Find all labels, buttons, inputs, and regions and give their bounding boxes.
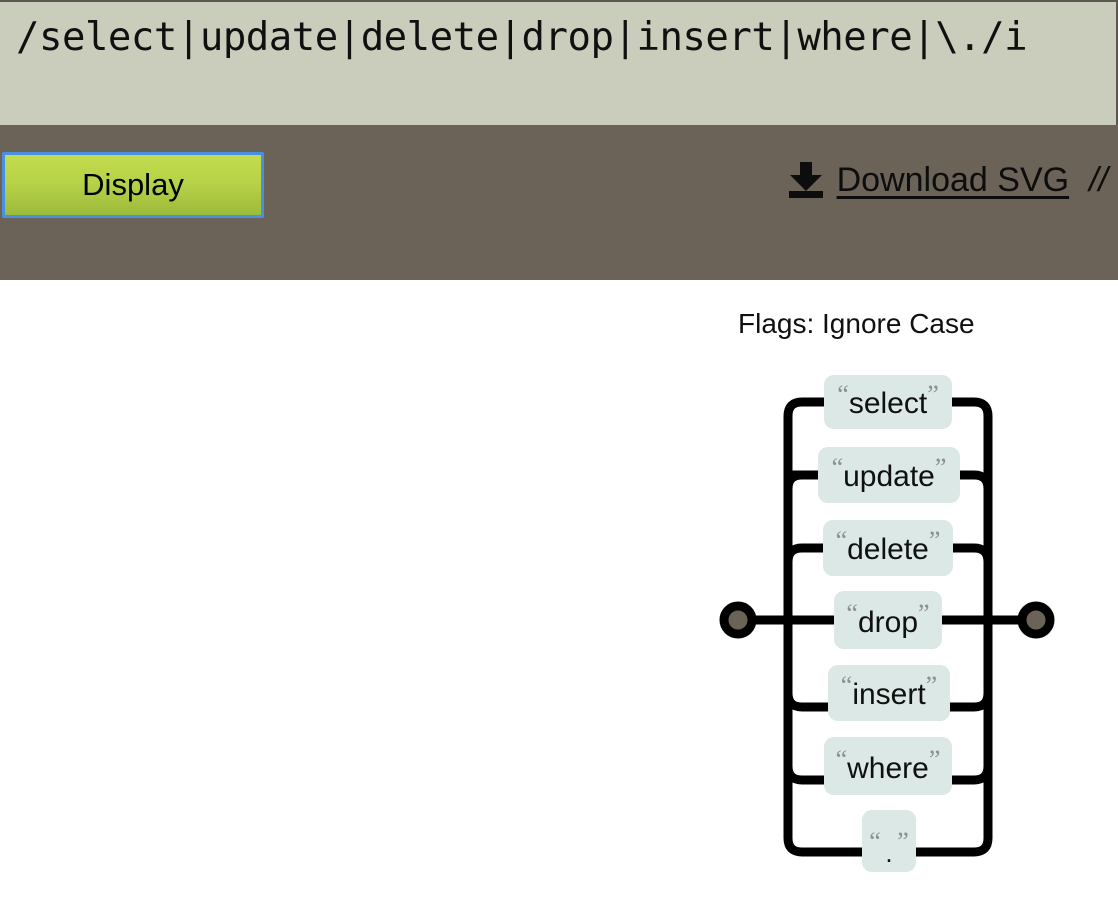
literal-select[interactable]: “select” xyxy=(824,375,952,429)
start-node xyxy=(719,601,757,639)
regex-input[interactable] xyxy=(0,2,1116,125)
diagram-canvas: Flags: Ignore Case “select” “update” “de… xyxy=(0,280,1118,903)
regexper-page: Display Download SVG // Flags: Ignore Ca… xyxy=(0,0,1118,903)
display-button[interactable]: Display xyxy=(2,152,264,218)
end-node xyxy=(1017,601,1055,639)
literal-drop[interactable]: “drop” xyxy=(834,591,942,649)
literal-update[interactable]: “update” xyxy=(818,447,960,503)
download-suffix-label: // xyxy=(1089,160,1108,199)
download-area: Download SVG // xyxy=(788,153,1108,207)
svg-text:”: ” xyxy=(897,827,909,856)
literal-period[interactable]: “ ” . xyxy=(862,810,916,872)
toolbar: Display Download SVG // xyxy=(0,125,1118,280)
svg-text:.: . xyxy=(885,838,892,868)
railroad-diagram: “select” “update” “delete” “drop” “inser… xyxy=(719,375,1055,872)
regex-input-container xyxy=(0,0,1118,125)
download-svg-link[interactable]: Download SVG xyxy=(837,161,1069,200)
literal-delete[interactable]: “delete” xyxy=(823,520,953,576)
svg-text:“: “ xyxy=(869,827,881,856)
literal-insert[interactable]: “insert” xyxy=(828,665,950,721)
download-icon xyxy=(788,162,823,198)
literal-where[interactable]: “where” xyxy=(824,737,952,795)
